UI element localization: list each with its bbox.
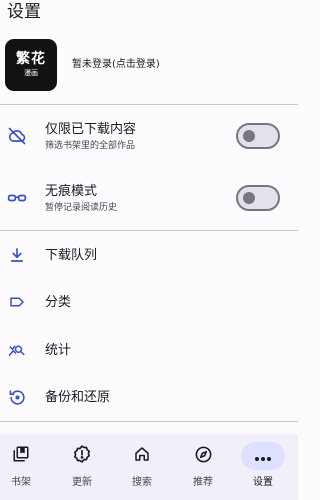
nav-label: 搜索 (132, 477, 152, 488)
menu-item-label: 统计 (45, 343, 72, 358)
menu-item-backup-restore[interactable]: 备份和还原 (0, 382, 298, 412)
incognito-row[interactable]: 无痕模式 暂停记录阅读历史 (0, 176, 298, 222)
nav-label: 设置 (253, 477, 273, 488)
downloaded-only-row[interactable]: 仅限已下载内容 筛选书架里的全部作品 (0, 114, 298, 160)
menu-item-label: 下载队列 (45, 248, 98, 263)
more-icon (254, 447, 272, 466)
account-row[interactable]: 繁花 漫画 暂未登录(点击登录) (0, 34, 298, 96)
glasses-icon (6, 187, 28, 209)
stats-icon (6, 339, 28, 361)
cloud-off-icon (6, 125, 28, 147)
divider (0, 230, 298, 231)
switch-knob (243, 130, 255, 142)
incognito-title: 无痕模式 (45, 184, 98, 199)
app-logo: 繁花 漫画 (5, 39, 57, 91)
incognito-subtitle: 暂停记录阅读历史 (45, 203, 118, 213)
menu-item-stats[interactable]: 统计 (0, 335, 298, 365)
nav-item-browse[interactable]: 搜索 (112, 434, 172, 500)
login-prompt[interactable]: 暂未登录(点击登录) (72, 58, 160, 72)
download-icon (6, 244, 28, 266)
nav-pill (181, 442, 225, 470)
nav-item-updates[interactable]: 更新 (52, 434, 112, 500)
menu-item-label: 分类 (45, 295, 72, 310)
divider (0, 104, 298, 105)
nav-label: 更新 (72, 477, 92, 488)
label-icon (6, 291, 28, 313)
logo-main-text: 繁花 (16, 51, 46, 67)
explore-icon (194, 445, 213, 468)
nav-item-explore[interactable]: 推荐 (173, 434, 233, 500)
logo-sub-text: 漫画 (24, 69, 38, 77)
switch-knob (243, 192, 255, 204)
settings-screen: 设置 繁花 漫画 暂未登录(点击登录) 仅限已下载内容 筛选书架里的全部作品 无… (0, 0, 298, 500)
menu-item-label: 备份和还原 (45, 390, 111, 405)
downloaded-only-switch[interactable] (236, 123, 280, 149)
nav-pill-active (241, 442, 285, 470)
backup-restore-icon (6, 386, 28, 408)
nav-item-more[interactable]: 设置 (233, 434, 293, 500)
browse-icon (133, 445, 151, 467)
nav-pill (0, 442, 43, 470)
nav-item-library[interactable]: 书架 (0, 434, 51, 500)
updates-icon (72, 444, 92, 468)
menu-item-categories[interactable]: 分类 (0, 287, 298, 317)
nav-pill (60, 442, 104, 470)
divider (0, 421, 298, 422)
nav-pill (120, 442, 164, 470)
downloaded-only-subtitle: 筛选书架里的全部作品 (45, 141, 136, 151)
library-icon (12, 445, 30, 467)
incognito-switch[interactable] (236, 185, 280, 211)
bottom-navigation: 书架 更新 搜索 推荐 设置 (0, 434, 298, 500)
page-title: 设置 (7, 2, 41, 22)
nav-label: 推荐 (193, 477, 213, 488)
menu-item-download-queue[interactable]: 下载队列 (0, 240, 298, 270)
downloaded-only-title: 仅限已下载内容 (45, 122, 137, 137)
nav-label: 书架 (11, 477, 31, 488)
